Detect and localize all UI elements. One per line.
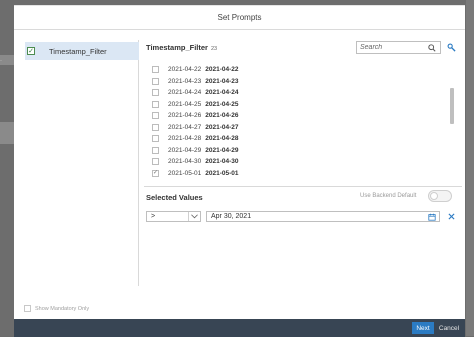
- checkbox[interactable]: [152, 123, 159, 131]
- selected-values-header: Selected Values Use Backend Default: [146, 190, 458, 204]
- checkbox[interactable]: [152, 66, 159, 74]
- dialog-title: Set Prompts: [217, 13, 262, 22]
- value-key: 2021-04-22: [168, 66, 202, 74]
- value-description: 2021-04-27: [205, 123, 239, 131]
- backend-default-toggle[interactable]: [428, 190, 452, 202]
- list-item[interactable]: 2021-04-29 2021-04-29: [146, 145, 458, 157]
- checkbox[interactable]: [152, 89, 159, 97]
- filter-count: 23: [210, 46, 218, 52]
- operator-value: >: [151, 213, 156, 220]
- prompt-detail: Timestamp_Filter 23 2021-04-222021-04-22…: [144, 40, 462, 319]
- close-icon[interactable]: [446, 211, 456, 222]
- checkbox[interactable]: [152, 135, 159, 143]
- dialog-header: Set Prompts: [14, 6, 465, 30]
- set-prompts-dialog: Set Prompts ✓ Timestamp_Filter Timestamp…: [14, 5, 465, 337]
- checkbox[interactable]: [24, 305, 31, 312]
- background-panel: [0, 122, 14, 144]
- list-item[interactable]: 2021-04-22 2021-04-22: [146, 64, 458, 76]
- value-key: 2021-04-25: [168, 100, 202, 108]
- prompt-list: ✓ Timestamp_Filter: [25, 40, 139, 286]
- value-description: 2021-04-30: [205, 158, 239, 166]
- filter-title: Timestamp_Filter: [146, 43, 208, 52]
- value-description: 2021-04-24: [205, 89, 239, 97]
- dialog-footer: Next Cancel: [14, 319, 465, 337]
- chevron-down-icon[interactable]: [188, 212, 200, 221]
- calendar-icon[interactable]: [427, 212, 437, 221]
- divider: [144, 186, 462, 187]
- value-key: 2021-04-29: [168, 146, 202, 154]
- list-item[interactable]: 2021-04-24 2021-04-24: [146, 87, 458, 99]
- value-description: 2021-04-29: [205, 146, 239, 154]
- date-value: Apr 30, 2021: [211, 213, 252, 220]
- checkbox[interactable]: [152, 158, 159, 166]
- settings-icon[interactable]: [446, 42, 456, 52]
- next-button[interactable]: Next: [412, 322, 434, 334]
- value-key: 2021-04-24: [168, 89, 202, 97]
- list-item[interactable]: 2021-04-27 2021-04-27: [146, 122, 458, 134]
- checkbox[interactable]: [152, 77, 159, 85]
- background-text: ·: [0, 58, 2, 64]
- checkbox[interactable]: [152, 100, 159, 108]
- value-key: 2021-04-23: [168, 77, 202, 85]
- dialog-body: ✓ Timestamp_Filter Timestamp_Filter 23 2…: [14, 31, 465, 319]
- prompt-item-timestamp-filter[interactable]: ✓ Timestamp_Filter: [25, 42, 139, 60]
- value-key: 2021-04-26: [168, 112, 202, 120]
- background-panel: [466, 0, 474, 336]
- toggle-knob: [430, 192, 438, 200]
- prompt-item-label: Timestamp_Filter: [49, 46, 107, 56]
- operator-select[interactable]: >: [146, 211, 201, 222]
- value-key: 2021-04-27: [168, 123, 202, 131]
- backend-default-label: Use Backend Default: [360, 193, 417, 199]
- selected-values-title: Selected Values: [146, 192, 203, 202]
- search-input[interactable]: [360, 42, 428, 53]
- magnifier-icon[interactable]: [428, 43, 436, 52]
- value-key: 2021-05-01: [168, 169, 202, 177]
- list-item[interactable]: 2021-04-30 2021-04-30: [146, 156, 458, 168]
- search-field[interactable]: [356, 41, 441, 54]
- show-mandatory-only[interactable]: Show Mandatory Only: [24, 305, 89, 312]
- value-description: 2021-04-23: [205, 77, 239, 85]
- list-item[interactable]: 2021-04-26 2021-04-26: [146, 110, 458, 122]
- list-item[interactable]: 2021-04-23 2021-04-23: [146, 76, 458, 88]
- list-item[interactable]: 2021-04-25 2021-04-25: [146, 99, 458, 111]
- checkbox[interactable]: [152, 146, 159, 154]
- background-panel: [0, 55, 14, 65]
- show-mandatory-label: Show Mandatory Only: [35, 305, 90, 312]
- filter-header: Timestamp_Filter 23: [146, 43, 217, 57]
- checkbox[interactable]: [152, 112, 159, 120]
- value-description: 2021-04-26: [205, 112, 239, 120]
- value-key: 2021-04-30: [168, 158, 202, 166]
- list-item[interactable]: 2021-04-28 2021-04-28: [146, 133, 458, 145]
- check-icon: ✓: [27, 47, 35, 55]
- cancel-button[interactable]: Cancel: [438, 322, 460, 334]
- value-description: 2021-04-25: [205, 100, 239, 108]
- condition-row: > Apr 30, 2021: [146, 210, 458, 224]
- checkbox-checked[interactable]: ✓: [152, 169, 159, 177]
- value-description: 2021-04-22: [205, 66, 239, 74]
- value-description: 2021-05-01: [205, 169, 239, 177]
- value-description: 2021-04-28: [205, 135, 239, 143]
- value-list: 2021-04-22 2021-04-22 2021-04-23 2021-04-2…: [146, 64, 458, 181]
- list-scrollbar[interactable]: [450, 88, 454, 124]
- date-input[interactable]: Apr 30, 2021: [206, 211, 440, 222]
- list-item[interactable]: ✓ 2021-05-01 2021-05-01: [146, 168, 458, 180]
- value-key: 2021-04-28: [168, 135, 202, 143]
